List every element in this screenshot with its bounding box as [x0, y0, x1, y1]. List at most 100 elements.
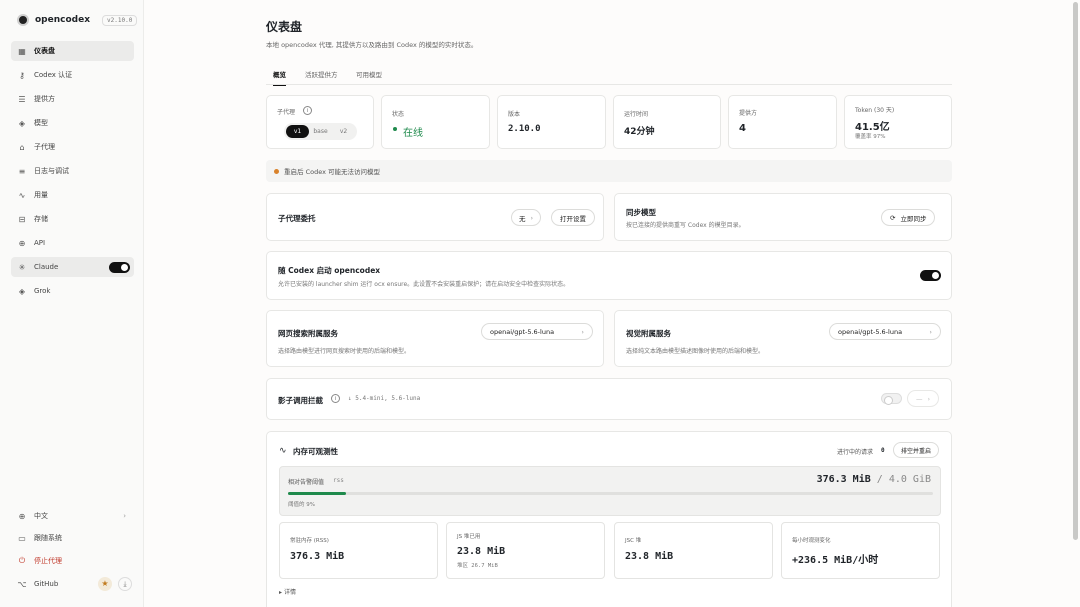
- sidebar-item-dashboard[interactable]: ▦ 仪表盘: [11, 41, 134, 61]
- details-toggle[interactable]: ▸ 详情: [279, 587, 296, 596]
- github-label: GitHub: [34, 580, 59, 588]
- tab-active-providers[interactable]: 活跃提供方: [305, 69, 338, 79]
- sidebar-item-usage[interactable]: ∿ 用量: [11, 185, 134, 205]
- sidebar-item-label: 用量: [34, 191, 48, 199]
- open-settings-button[interactable]: 打开设置: [551, 209, 595, 226]
- stop-proxy-button[interactable]: ⏻ 停止代理: [11, 551, 134, 571]
- sidebar-item-claude[interactable]: ✳ Claude: [11, 257, 134, 277]
- sync-desc: 按已连接的提供商重写 Codex 的模型目录。: [626, 222, 745, 229]
- info-icon[interactable]: i: [331, 394, 340, 403]
- globe-icon: ⊕: [18, 511, 26, 521]
- sync-now-button[interactable]: ⟳ 立即同步: [881, 209, 936, 226]
- download-icon[interactable]: ⤓: [118, 577, 132, 591]
- memory-title: 内存可观测性: [293, 447, 338, 456]
- sync-title: 同步模型: [626, 208, 656, 217]
- chevron-right-icon: ›: [530, 213, 534, 222]
- claude-toggle[interactable]: [109, 261, 130, 273]
- sidebar-item-label: 日志与调试: [34, 167, 69, 175]
- vision-card: 视觉附属服务 选择纯文本路由模型描述图像时使用的后端和模型。 openai/gp…: [614, 310, 952, 367]
- chevron-right-icon: ›: [929, 327, 932, 336]
- shadow-select[interactable]: — ›: [907, 390, 940, 407]
- restart-notice: 重启后 Codex 可能无法访问模型: [266, 160, 952, 182]
- js-heap-sub: 堆区 26.7 MiB: [457, 563, 498, 569]
- memory-threshold-panel: 相对告警阈值 rss 376.3 MiB / 4.0 GiB 阈值的 9%: [279, 466, 941, 516]
- memory-progress-fill: [288, 492, 347, 495]
- main-content: 仪表盘 本地 opencodex 代理, 其提供方以及路由到 Codex 的模型…: [144, 0, 1080, 607]
- rss-card: 常驻内存 (RSS) 376.3 MiB: [279, 522, 438, 579]
- subagent-version-switch[interactable]: v1 base v2: [284, 123, 357, 140]
- uptime-value: 42分钟: [624, 127, 655, 137]
- launch-toggle[interactable]: [920, 270, 941, 281]
- version-value: 2.10.0: [508, 124, 541, 134]
- sidebar-item-label: API: [34, 239, 46, 247]
- notice-text: 重启后 Codex 可能无法访问模型: [284, 168, 381, 176]
- sidebar-item-label: 模型: [34, 119, 48, 127]
- option-v2[interactable]: v2: [332, 128, 355, 135]
- option-v1[interactable]: v1: [286, 125, 309, 138]
- sidebar-item-api[interactable]: ⊕ API: [11, 233, 134, 253]
- brand[interactable]: opencodex v2.10.0: [17, 14, 138, 26]
- drain-restart-label: 排空并重启: [901, 447, 932, 455]
- memory-used: 376.3 MiB: [816, 474, 871, 485]
- js-heap-value: 23.8 MiB: [457, 546, 506, 557]
- vision-model-select[interactable]: openai/gpt-5.6-luna ›: [829, 323, 941, 340]
- sidebar-item-codex-auth[interactable]: ⚷ Codex 认证: [11, 65, 134, 85]
- sidebar-item-providers[interactable]: ☰ 提供方: [11, 89, 134, 109]
- version-label: 版本: [508, 111, 521, 118]
- jsc-heap-card: JSC 堆 23.8 MiB: [614, 522, 773, 579]
- tab-available-models[interactable]: 可用模型: [356, 69, 382, 79]
- providers-value: 4: [739, 123, 746, 134]
- hourly-change-card: 每小时观测变化 +236.5 MiB/小时: [781, 522, 940, 579]
- inflight-value: 0: [881, 447, 885, 454]
- warning-dot-icon: [274, 168, 279, 174]
- memory-progress-track: [288, 492, 933, 495]
- activity-icon: ∿: [18, 190, 26, 200]
- language-label: 中文: [34, 512, 48, 520]
- star-icon[interactable]: ★: [98, 577, 112, 591]
- tokens-label: Token (30 天): [855, 107, 895, 114]
- sidebar: opencodex v2.10.0 ▦ 仪表盘 ⚷ Codex 认证 ☰ 提供方…: [0, 0, 144, 607]
- tokens-card: Token (30 天) 41.5亿 覆盖率 97%: [844, 95, 952, 149]
- sparkle-icon: ✳: [18, 262, 26, 272]
- vision-model: openai/gpt-5.6-luna: [838, 327, 903, 336]
- globe-icon: ⊕: [18, 238, 26, 248]
- launch-card: 随 Codex 启动 opencodex 允许已安装的 launcher shi…: [266, 251, 952, 300]
- shadow-toggle[interactable]: [881, 393, 902, 405]
- chevron-right-icon: ›: [581, 327, 584, 336]
- status-value: 在线: [403, 128, 423, 139]
- drain-restart-button[interactable]: 排空并重启: [893, 442, 940, 458]
- list-icon: ≡: [18, 166, 26, 176]
- websearch-model-select[interactable]: openai/gpt-5.6-luna ›: [481, 323, 593, 340]
- sidebar-item-label: Grok: [34, 287, 51, 295]
- memory-usage-readout: 376.3 MiB / 4.0 GiB: [817, 474, 931, 485]
- sidebar-item-subagents[interactable]: ⌂ 子代理: [11, 137, 134, 157]
- inflight-label: 进行中的请求: [837, 449, 874, 456]
- sidebar-item-label: 子代理: [34, 143, 55, 151]
- language-selector[interactable]: ⊕ 中文 ›: [11, 506, 134, 526]
- uptime-card: 运行时间 42分钟: [613, 95, 721, 149]
- vision-desc: 选择纯文本路由模型描述图像时使用的后端和模型。: [626, 348, 765, 355]
- sidebar-item-logs[interactable]: ≡ 日志与调试: [11, 161, 134, 181]
- info-icon[interactable]: i: [303, 106, 312, 115]
- github-link[interactable]: ⌥ GitHub ★ ⤓: [11, 574, 134, 594]
- sidebar-item-storage[interactable]: ⊟ 存储: [11, 209, 134, 229]
- open-settings-label: 打开设置: [560, 214, 586, 223]
- websearch-title: 网页搜索附属服务: [278, 329, 338, 338]
- vision-title: 视觉附属服务: [626, 329, 671, 338]
- rss-label: 常驻内存 (RSS): [290, 538, 329, 544]
- status-dot-icon: [393, 127, 397, 131]
- sidebar-item-label: 存储: [34, 215, 48, 223]
- tab-overview[interactable]: 概览: [273, 69, 286, 86]
- option-base[interactable]: base: [309, 128, 332, 135]
- shadow-models: ↓ 5.4-mini, 5.6-luna: [348, 395, 421, 402]
- status-card: 状态 在线: [381, 95, 490, 149]
- refresh-icon: ⟳: [890, 213, 896, 222]
- launch-title: 随 Codex 启动 opencodex: [278, 266, 381, 275]
- sidebar-item-models[interactable]: ◈ 模型: [11, 113, 134, 133]
- sidebar-item-grok[interactable]: ◈ Grok: [11, 281, 134, 301]
- delegate-select[interactable]: 无 ›: [511, 209, 542, 226]
- websearch-card: 网页搜索附属服务 选择路由模型进行网页搜索时使用的后端和模型。 openai/g…: [266, 310, 604, 367]
- threshold-percent: 阈值的 9%: [288, 502, 315, 508]
- page-scrollbar[interactable]: [1073, 2, 1078, 540]
- theme-selector[interactable]: ▭ 跟随系统: [11, 528, 134, 548]
